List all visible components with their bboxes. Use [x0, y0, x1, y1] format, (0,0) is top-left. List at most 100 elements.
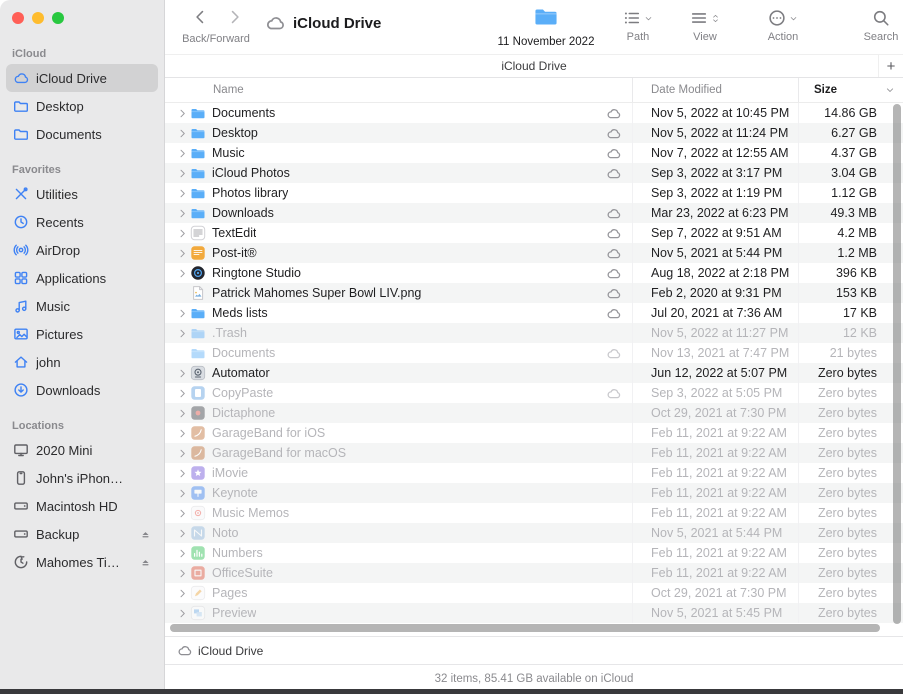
sidebar-item-mahomes-ti[interactable]: Mahomes Ti…: [6, 548, 158, 576]
table-row[interactable]: Automator Jun 12, 2022 at 5:07 PM Zero byt…: [165, 363, 903, 383]
table-row[interactable]: .Trash Nov 5, 2022 at 11:27 PM 12 KB: [165, 323, 903, 343]
sidebar-item-2020-mini[interactable]: 2020 Mini: [6, 436, 158, 464]
path-bar-item[interactable]: iCloud Drive: [198, 644, 263, 658]
disclosure-chevron-icon[interactable]: [177, 528, 188, 539]
table-row[interactable]: Documents Nov 5, 2022 at 10:45 PM 14.86 GB: [165, 103, 903, 123]
table-row[interactable]: TextEdit Sep 7, 2022 at 9:51 AM 4.2 MB: [165, 223, 903, 243]
table-row[interactable]: Music Memos Feb 11, 2021 at 9:22 AM Zero b…: [165, 503, 903, 523]
disclosure-chevron-icon[interactable]: [177, 368, 188, 379]
close-button[interactable]: [12, 12, 24, 24]
view-button[interactable]: View: [673, 8, 737, 43]
sidebar-item-recents[interactable]: Recents: [6, 208, 158, 236]
disclosure-chevron-icon[interactable]: [177, 208, 188, 219]
disclosure-chevron-icon[interactable]: [177, 588, 188, 599]
disclosure-chevron-icon[interactable]: [177, 328, 188, 339]
disclosure-chevron-icon[interactable]: [177, 488, 188, 499]
eject-icon[interactable]: [140, 557, 151, 568]
disclosure-chevron-icon[interactable]: [177, 388, 188, 399]
file-size: 4.2 MB: [798, 223, 903, 243]
folder-icon: [190, 325, 206, 341]
zoom-button[interactable]: [52, 12, 64, 24]
disclosure-chevron-icon[interactable]: [177, 128, 188, 139]
table-row[interactable]: Post-it® Nov 5, 2021 at 5:44 PM 1.2 MB: [165, 243, 903, 263]
column-header-name[interactable]: Name: [165, 78, 632, 102]
table-row[interactable]: GarageBand for iOS Feb 11, 2021 at 9:22 A…: [165, 423, 903, 443]
sidebar-item-john[interactable]: john: [6, 348, 158, 376]
date-modified: Jul 20, 2021 at 7:36 AM: [632, 303, 798, 323]
vertical-scrollbar-thumb[interactable]: [893, 104, 901, 624]
table-row[interactable]: Patrick Mahomes Super Bowl LIV.png Feb 2,…: [165, 283, 903, 303]
sidebar-item-macintosh-hd[interactable]: Macintosh HD: [6, 492, 158, 520]
disclosure-chevron-icon[interactable]: [177, 608, 188, 619]
sidebar-item-john-s-iphon[interactable]: John's iPhon…: [6, 464, 158, 492]
disclosure-chevron-icon[interactable]: [177, 188, 188, 199]
table-row[interactable]: OfficeSuite Feb 11, 2021 at 9:22 AM Zero b…: [165, 563, 903, 583]
table-row[interactable]: Meds lists Jul 20, 2021 at 7:36 AM 17 KB: [165, 303, 903, 323]
status-text: 32 items, 85.41 GB available on iCloud: [434, 673, 634, 685]
sidebar-item-documents[interactable]: Documents: [6, 120, 158, 148]
table-row[interactable]: Documents Nov 13, 2021 at 7:47 PM 21 bytes: [165, 343, 903, 363]
path-button[interactable]: Path: [606, 8, 670, 43]
tab-icloud-drive[interactable]: iCloud Drive: [501, 59, 566, 73]
sidebar-item-icloud-drive[interactable]: iCloud Drive: [6, 64, 158, 92]
minimize-button[interactable]: [32, 12, 44, 24]
date-modified: Nov 5, 2021 at 5:44 PM: [632, 243, 798, 263]
disclosure-chevron-icon[interactable]: [177, 228, 188, 239]
table-row[interactable]: iCloud Photos Sep 3, 2022 at 3:17 PM 3.04 …: [165, 163, 903, 183]
table-row[interactable]: Ringtone Studio Aug 18, 2022 at 2:18 PM 39…: [165, 263, 903, 283]
table-row[interactable]: Noto Nov 5, 2021 at 5:44 PM Zero bytes: [165, 523, 903, 543]
file-name: TextEdit: [212, 226, 257, 240]
table-row[interactable]: Dictaphone Oct 29, 2021 at 7:30 PM Zero by…: [165, 403, 903, 423]
disclosure-chevron-icon[interactable]: [177, 548, 188, 559]
disclosure-chevron-icon[interactable]: [177, 428, 188, 439]
horizontal-scrollbar-thumb[interactable]: [170, 624, 880, 632]
cloud-icon: [13, 70, 29, 86]
chevron-down-icon[interactable]: [885, 85, 895, 95]
table-row[interactable]: iMovie Feb 11, 2021 at 9:22 AM Zero bytes: [165, 463, 903, 483]
back-button[interactable]: [191, 8, 209, 26]
disclosure-chevron-icon[interactable]: [177, 468, 188, 479]
disclosure-chevron-icon[interactable]: [177, 408, 188, 419]
table-row[interactable]: GarageBand for macOS Feb 11, 2021 at 9:22…: [165, 443, 903, 463]
textedit-icon: [190, 225, 206, 241]
disclosure-chevron-icon[interactable]: [177, 508, 188, 519]
new-tab-button[interactable]: +: [878, 55, 903, 77]
disclosure-chevron-icon[interactable]: [177, 168, 188, 179]
table-row[interactable]: Keynote Feb 11, 2021 at 9:22 AM Zero bytes: [165, 483, 903, 503]
dragged-item-label: 11 November 2022: [497, 36, 595, 48]
sidebar-item-applications[interactable]: Applications: [6, 264, 158, 292]
disclosure-chevron-icon[interactable]: [177, 108, 188, 119]
sidebar-item-pictures[interactable]: Pictures: [6, 320, 158, 348]
file-size: 12 KB: [798, 323, 903, 343]
search-button[interactable]: Search: [849, 8, 903, 43]
table-row[interactable]: Preview Nov 5, 2021 at 5:45 PM Zero bytes: [165, 603, 903, 623]
sidebar-item-desktop[interactable]: Desktop: [6, 92, 158, 120]
table-row[interactable]: Music Nov 7, 2022 at 12:55 AM 4.37 GB: [165, 143, 903, 163]
dragged-item[interactable]: 11 November 2022: [490, 3, 602, 48]
table-row[interactable]: Numbers Feb 11, 2021 at 9:22 AM Zero bytes: [165, 543, 903, 563]
table-row[interactable]: Downloads Mar 23, 2022 at 6:23 PM 49.3 MB: [165, 203, 903, 223]
disclosure-chevron-icon[interactable]: [177, 308, 188, 319]
column-header-date-modified[interactable]: Date Modified: [632, 78, 798, 102]
table-row[interactable]: Pages Oct 29, 2021 at 7:30 PM Zero bytes: [165, 583, 903, 603]
sidebar-item-label: Documents: [36, 126, 102, 142]
sidebar-item-backup[interactable]: Backup: [6, 520, 158, 548]
sidebar-item-label: Backup: [36, 526, 80, 542]
disclosure-chevron-icon[interactable]: [177, 268, 188, 279]
disclosure-chevron-icon[interactable]: [177, 148, 188, 159]
column-header-size[interactable]: Size: [798, 78, 903, 102]
eject-icon[interactable]: [140, 529, 151, 540]
table-row[interactable]: Desktop Nov 5, 2022 at 11:24 PM 6.27 GB: [165, 123, 903, 143]
disclosure-chevron-icon[interactable]: [177, 568, 188, 579]
table-row[interactable]: Photos library Sep 3, 2022 at 1:19 PM 1.12…: [165, 183, 903, 203]
action-button[interactable]: Action: [751, 8, 815, 43]
sidebar-item-music[interactable]: Music: [6, 292, 158, 320]
sidebar-item-downloads[interactable]: Downloads: [6, 376, 158, 404]
table-row[interactable]: CopyPaste Sep 3, 2022 at 5:05 PM Zero byte…: [165, 383, 903, 403]
disclosure-chevron-icon[interactable]: [177, 448, 188, 459]
forward-button[interactable]: [226, 8, 244, 26]
disclosure-chevron-icon[interactable]: [177, 248, 188, 259]
sidebar-item-airdrop[interactable]: AirDrop: [6, 236, 158, 264]
sidebar-item-utilities[interactable]: Utilities: [6, 180, 158, 208]
